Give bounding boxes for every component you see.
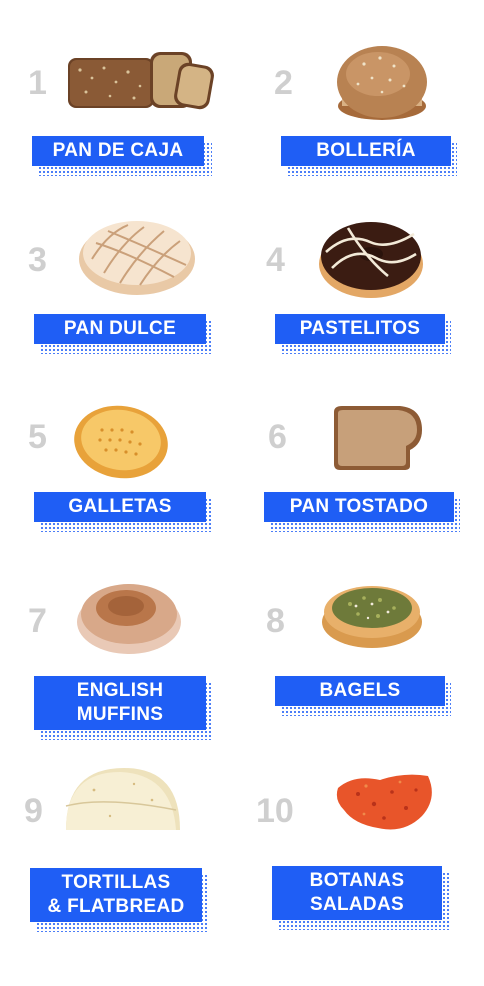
item-label-10: BOTANAS SALADAS xyxy=(272,866,442,920)
sliced-bread-loaf-image xyxy=(68,52,214,110)
item-label-6: PAN TOSTADO xyxy=(264,492,454,522)
bun-image xyxy=(337,46,427,120)
item-label-1: PAN DE CAJA xyxy=(32,136,204,166)
number-5: 5 xyxy=(28,418,47,456)
item-label-4: PASTELITOS xyxy=(275,314,445,344)
english-muffin-image xyxy=(77,584,181,654)
item-label-9: TORTILLAS & FLATBREAD xyxy=(30,868,202,922)
item-label-8: BAGELS xyxy=(275,676,445,706)
number-4: 4 xyxy=(266,241,285,279)
chocolate-donut-image xyxy=(319,222,423,298)
number-2: 2 xyxy=(274,64,293,102)
tortillas-image xyxy=(65,768,180,830)
number-8: 8 xyxy=(266,602,285,640)
item-label-7: ENGLISH MUFFINS xyxy=(34,676,206,730)
concha-sweet-bread-image xyxy=(79,221,195,295)
number-9: 9 xyxy=(24,792,43,830)
bagel-image xyxy=(322,586,422,648)
number-3: 3 xyxy=(28,241,47,279)
item-label-2: BOLLERÍA xyxy=(281,136,451,166)
number-10: 10 xyxy=(256,792,294,830)
cookie-image xyxy=(74,405,168,479)
number-6: 6 xyxy=(268,418,287,456)
item-label-3: PAN DULCE xyxy=(34,314,206,344)
number-7: 7 xyxy=(28,602,47,640)
toast-slice-image xyxy=(334,406,422,470)
item-label-5: GALLETAS xyxy=(34,492,206,522)
number-1: 1 xyxy=(28,64,47,102)
chip-image xyxy=(336,774,432,830)
